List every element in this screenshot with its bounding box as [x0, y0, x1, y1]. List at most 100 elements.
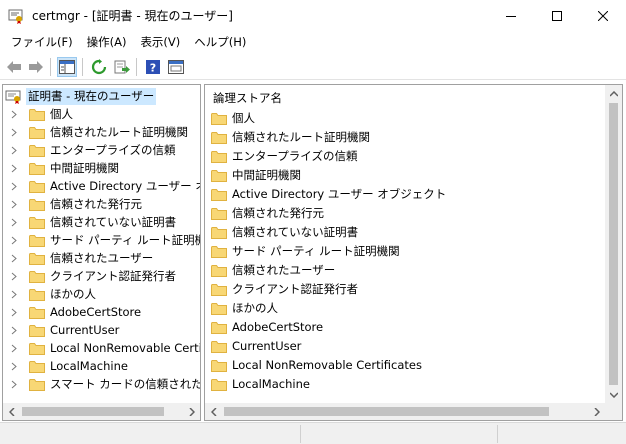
list-item[interactable]: LocalMachine — [211, 375, 310, 393]
refresh-button[interactable] — [89, 57, 109, 77]
toolbar: ? — [0, 54, 626, 80]
tree-item[interactable]: 中間証明機関 — [9, 159, 119, 177]
tree-item-label: 信頼されたユーザー — [50, 251, 154, 265]
tree-item[interactable]: AdobeCertStore — [9, 303, 141, 321]
scroll-right-button[interactable] — [183, 403, 200, 420]
help-button[interactable]: ? — [143, 57, 163, 77]
chevron-right-icon[interactable] — [9, 217, 19, 227]
forward-arrow-icon — [29, 61, 43, 73]
show-hide-tree-button[interactable] — [57, 57, 77, 77]
list-item-label: AdobeCertStore — [232, 320, 324, 334]
list-item[interactable]: Active Directory ユーザー オブジェクト — [211, 185, 446, 203]
menu-action[interactable]: 操作(A) — [80, 32, 134, 52]
folder-icon — [211, 321, 227, 334]
help-icon: ? — [146, 60, 160, 75]
scrollbar-corner — [605, 403, 622, 420]
folder-icon — [211, 264, 227, 277]
back-arrow-icon — [7, 61, 21, 73]
tree-item[interactable]: クライアント認証発行者 — [9, 267, 176, 285]
scrollbar-thumb[interactable] — [609, 103, 618, 385]
list-item[interactable]: 信頼されたルート証明機関 — [211, 128, 370, 146]
toolbar-separator — [136, 58, 137, 76]
scroll-right-button[interactable] — [588, 403, 605, 420]
tree-item[interactable]: 信頼されていない証明書 — [9, 213, 176, 231]
chevron-right-icon[interactable] — [9, 253, 19, 263]
properties-button[interactable] — [166, 57, 186, 77]
menu-view[interactable]: 表示(V) — [133, 32, 187, 52]
tree-item[interactable]: 信頼された発行元 — [9, 195, 142, 213]
list-item-label: CurrentUser — [232, 339, 302, 353]
list-item[interactable]: CurrentUser — [211, 337, 301, 355]
maximize-button[interactable] — [534, 0, 580, 32]
list-item[interactable]: 信頼されたユーザー — [211, 261, 335, 279]
chevron-right-icon[interactable] — [9, 379, 19, 389]
tree-root-item[interactable]: 証明書 - 現在のユーザー — [5, 87, 157, 105]
chevron-right-icon[interactable] — [9, 325, 19, 335]
list-item[interactable]: Local NonRemovable Certificates — [211, 356, 422, 374]
chevron-right-icon[interactable] — [9, 235, 19, 245]
list-item[interactable]: ほかの人 — [211, 299, 278, 317]
menu-file[interactable]: ファイル(F) — [4, 32, 80, 52]
list-pane[interactable]: 論理ストア名 個人 信頼されたルート証明機関 エンタープライズの信頼 中間証明機… — [204, 84, 623, 421]
list-item[interactable]: 中間証明機関 — [211, 166, 301, 184]
chevron-right-icon[interactable] — [9, 307, 19, 317]
list-horizontal-scrollbar[interactable] — [205, 403, 605, 420]
scroll-left-button[interactable] — [3, 403, 20, 420]
scrollbar-thumb[interactable] — [22, 407, 164, 416]
chevron-right-icon[interactable] — [9, 271, 19, 281]
tree-pane[interactable]: 証明書 - 現在のユーザー 個人 信頼されたルート証明機関 エンタープライズの信… — [2, 84, 201, 421]
tree-item[interactable]: 信頼されたユーザー — [9, 249, 153, 267]
tree-item[interactable]: Local NonRemovable Certifica — [9, 339, 200, 357]
scrollbar-thumb[interactable] — [224, 407, 549, 416]
list-item[interactable]: 個人 — [211, 109, 255, 127]
scroll-up-button[interactable] — [605, 85, 622, 102]
scroll-left-button[interactable] — [205, 403, 222, 420]
folder-icon — [211, 169, 227, 182]
chevron-right-icon[interactable] — [9, 199, 19, 209]
tree-item[interactable]: 個人 — [9, 105, 73, 123]
minimize-button[interactable] — [488, 0, 534, 32]
list-item[interactable]: 信頼された発行元 — [211, 204, 324, 222]
tree-item[interactable]: エンタープライズの信頼 — [9, 141, 175, 159]
chevron-right-icon[interactable] — [9, 109, 19, 119]
folder-icon — [211, 112, 227, 125]
list-item[interactable]: エンタープライズの信頼 — [211, 147, 357, 165]
tree-horizontal-scrollbar[interactable] — [3, 403, 200, 420]
chevron-right-icon[interactable] — [9, 361, 19, 371]
chevron-right-icon[interactable] — [9, 289, 19, 299]
folder-icon — [211, 207, 227, 220]
tree-item[interactable]: サード パーティ ルート証明機関 — [9, 231, 200, 249]
tree-item-label: LocalMachine — [50, 359, 128, 373]
back-button[interactable] — [4, 57, 24, 77]
menu-help[interactable]: ヘルプ(H) — [187, 32, 253, 52]
minimize-icon — [506, 16, 516, 17]
list-item[interactable]: サード パーティ ルート証明機関 — [211, 242, 400, 260]
scroll-down-button[interactable] — [605, 386, 622, 403]
tree-item[interactable]: ほかの人 — [9, 285, 96, 303]
chevron-right-icon[interactable] — [9, 145, 19, 155]
tree-item-label: 中間証明機関 — [50, 161, 119, 175]
chevron-right-icon[interactable] — [9, 343, 19, 353]
tree-item-label: 個人 — [50, 107, 73, 121]
tree-item[interactable]: Active Directory ユーザー オブジェ — [9, 177, 200, 195]
tree-item-label: CurrentUser — [50, 323, 120, 337]
list-item-label: 信頼された発行元 — [232, 206, 324, 220]
forward-button[interactable] — [26, 57, 46, 77]
close-button[interactable] — [580, 0, 626, 32]
tree-item[interactable]: CurrentUser — [9, 321, 119, 339]
tree-item-label: 信頼されていない証明書 — [50, 215, 177, 229]
tree-item[interactable]: LocalMachine — [9, 357, 128, 375]
export-list-button[interactable] — [112, 57, 132, 77]
chevron-right-icon[interactable] — [9, 163, 19, 173]
list-item[interactable]: AdobeCertStore — [211, 318, 323, 336]
list-item[interactable]: 信頼されていない証明書 — [211, 223, 358, 241]
chevron-right-icon[interactable] — [9, 181, 19, 191]
list-vertical-scrollbar[interactable] — [605, 85, 622, 403]
list-item-label: Active Directory ユーザー オブジェクト — [232, 187, 447, 201]
folder-icon — [29, 234, 45, 247]
chevron-right-icon[interactable] — [9, 127, 19, 137]
list-item[interactable]: クライアント認証発行者 — [211, 280, 358, 298]
column-header-logical-store[interactable]: 論理ストア名 — [213, 90, 282, 106]
tree-item[interactable]: 信頼されたルート証明機関 — [9, 123, 188, 141]
tree-item[interactable]: スマート カードの信頼されたルート — [9, 375, 200, 393]
